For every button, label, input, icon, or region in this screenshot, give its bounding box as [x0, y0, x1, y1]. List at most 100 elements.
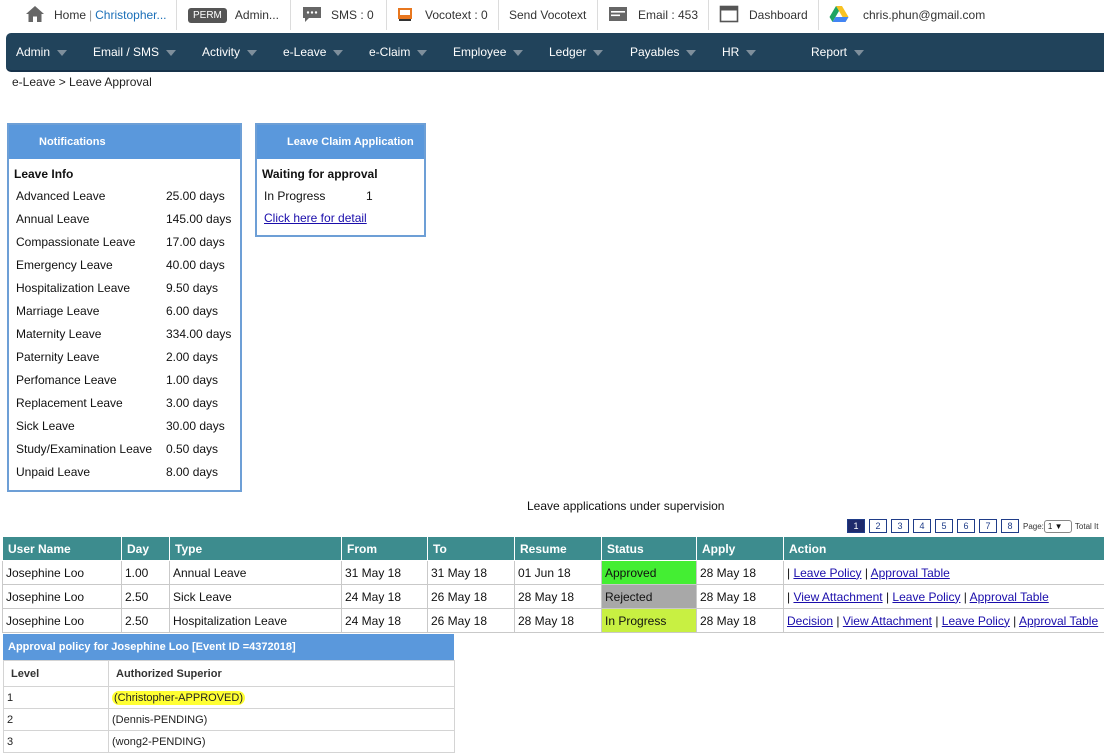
leave-type-label: Maternity Leave [16, 327, 102, 341]
email-label[interactable]: Email : 453 [638, 8, 698, 22]
apply-cell: 28 May 18 [696, 560, 784, 585]
action-cell: | View Attachment | Leave Policy | Appro… [783, 584, 1104, 609]
total-items-label: Total It [1074, 521, 1099, 531]
leave-policy-link[interactable]: Leave Policy [892, 590, 960, 604]
col-status: Status [601, 536, 697, 561]
admin-label[interactable]: Admin... [235, 8, 279, 22]
nav-hr[interactable]: HR [722, 33, 757, 70]
detail-link[interactable]: Click here for detail [264, 211, 367, 225]
vocotext-label[interactable]: Vocotext : 0 [425, 8, 488, 22]
user-name-link[interactable]: Christopher... [95, 8, 166, 22]
page-button[interactable]: 4 [913, 519, 931, 533]
nav-activity[interactable]: Activity [202, 33, 258, 70]
chat-icon [302, 5, 322, 26]
nav-admin[interactable]: Admin [16, 33, 68, 70]
leave-days-value: 334.00 days [166, 327, 232, 341]
page-button[interactable]: 5 [935, 519, 953, 533]
view-attachment-link[interactable]: View Attachment [793, 590, 882, 604]
col-resume: Resume [514, 536, 602, 561]
dropdown-arrow-icon: ▼ [1054, 521, 1063, 531]
leave-type-label: Perfomance Leave [16, 373, 117, 387]
day-cell: 1.00 [121, 560, 170, 585]
policy-row: 1 (Christopher-APPROVED) [3, 686, 455, 709]
account-email[interactable]: chris.phun@gmail.com [863, 8, 985, 22]
divider [708, 0, 709, 30]
page-select[interactable]: 1 ▼ [1043, 519, 1072, 533]
table-row: Josephine Loo 2.50 Sick Leave 24 May 18 … [2, 584, 1104, 609]
leave-days-value: 40.00 days [166, 258, 225, 272]
page-button[interactable]: 6 [957, 519, 975, 533]
google-drive-link[interactable]: chris.phun@gmail.com [829, 0, 985, 30]
table-header-row: User Name Day Type From To Resume Status… [2, 536, 1104, 561]
leave-type-label: Unpaid Leave [16, 465, 91, 479]
nav-label: Report [811, 44, 848, 59]
to-cell: 26 May 18 [427, 608, 515, 633]
home-label[interactable]: Home [54, 8, 86, 22]
superior-cell: (Christopher-APPROVED) [108, 686, 455, 709]
nav-e-claim[interactable]: e-Claim [369, 33, 428, 70]
leave-days-value: 25.00 days [166, 189, 225, 203]
sms-label[interactable]: SMS : 0 [331, 8, 374, 22]
page-button[interactable]: 7 [979, 519, 997, 533]
decision-link[interactable]: Decision [787, 614, 833, 628]
dashboard-label[interactable]: Dashboard [749, 8, 808, 22]
user-name-cell: Josephine Loo [2, 608, 122, 633]
caret-down-icon [593, 49, 604, 56]
leave-days-value: 145.00 days [166, 212, 232, 226]
page-button[interactable]: 1 [847, 519, 865, 533]
action-cell: | Leave Policy | Approval Table [783, 560, 1104, 585]
nav-report[interactable]: Report [811, 33, 865, 70]
divider [818, 0, 819, 30]
highlighted-superior: (Christopher-APPROVED) [112, 690, 245, 705]
leave-policy-link[interactable]: Leave Policy [942, 614, 1010, 628]
home-link[interactable]: Home | Christopher... [25, 0, 167, 30]
admin-menu[interactable]: PERM Admin... [188, 0, 279, 30]
dashboard-link[interactable]: Dashboard [719, 0, 808, 30]
type-cell: Hospitalization Leave [169, 608, 342, 633]
nav-email-sms[interactable]: Email / SMS [93, 33, 177, 70]
page-button[interactable]: 2 [869, 519, 887, 533]
leave-policy-link[interactable]: Leave Policy [793, 566, 861, 580]
approval-table-link[interactable]: Approval Table [871, 566, 950, 580]
approval-table-link[interactable]: Approval Table [970, 590, 1049, 604]
resume-cell: 01 Jun 18 [514, 560, 602, 585]
approval-policy-table: Level Authorized Superior 1 (Christopher… [3, 660, 455, 753]
nav-employee[interactable]: Employee [453, 33, 524, 70]
nav-label: Email / SMS [93, 44, 160, 59]
day-cell: 2.50 [121, 584, 170, 609]
caret-down-icon [686, 49, 697, 56]
email-link[interactable]: Email : 453 [608, 0, 698, 30]
leave-days-value: 0.50 days [166, 442, 219, 456]
leave-days-value: 30.00 days [166, 419, 225, 433]
approval-table-link[interactable]: Approval Table [1019, 614, 1098, 628]
col-level: Level [3, 660, 109, 687]
from-cell: 31 May 18 [341, 560, 428, 585]
policy-row: 2 (Dennis-PENDING) [3, 708, 455, 731]
approval-policy-panel: Approval policy for Josephine Loo [Event… [3, 634, 455, 753]
nav-e-leave[interactable]: e-Leave [283, 33, 344, 70]
leave-type-label: Sick Leave [16, 419, 75, 433]
in-progress-label: In Progress [264, 189, 326, 203]
leave-claim-panel: Leave Claim Application Waiting for appr… [255, 123, 426, 237]
caret-down-icon [746, 49, 757, 56]
caret-down-icon [166, 49, 177, 56]
nav-label: Admin [16, 44, 51, 59]
page-label: Page: [1023, 521, 1044, 531]
send-vocotext-label[interactable]: Send Vocotext [509, 8, 586, 22]
nav-ledger[interactable]: Ledger [549, 33, 604, 70]
sms-link[interactable]: SMS : 0 [302, 0, 374, 30]
divider [290, 0, 291, 30]
nav-label: Payables [630, 44, 680, 59]
caret-down-icon [57, 49, 68, 56]
user-name-cell: Josephine Loo [2, 584, 122, 609]
send-vocotext-link[interactable]: Send Vocotext [509, 0, 586, 30]
vocotext-link[interactable]: Vocotext : 0 [397, 0, 488, 30]
approval-policy-title: Approval policy for Josephine Loo [Event… [3, 634, 454, 660]
leave-days-value: 6.00 days [166, 304, 219, 318]
view-attachment-link[interactable]: View Attachment [843, 614, 932, 628]
page-button[interactable]: 3 [891, 519, 909, 533]
nav-payables[interactable]: Payables [630, 33, 697, 70]
status-badge: Rejected [601, 584, 697, 609]
main-nav: Admin Email / SMS Activity e-Leave e-Cla… [6, 33, 1104, 72]
page-button[interactable]: 8 [1001, 519, 1019, 533]
